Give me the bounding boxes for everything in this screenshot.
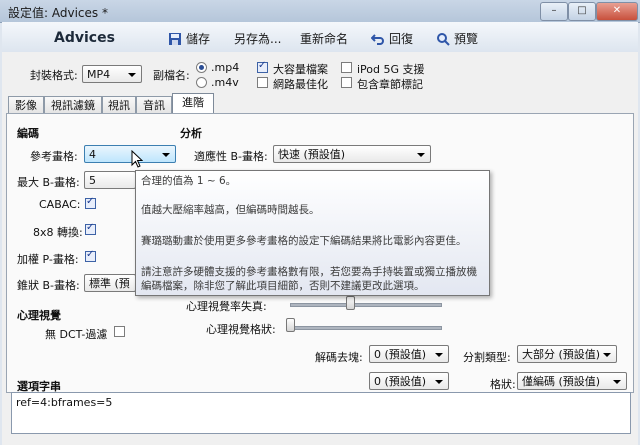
psy-section-title: 心理視覺 (17, 309, 61, 322)
save-button[interactable]: 儲存 (168, 30, 210, 47)
radio-m4v[interactable] (196, 77, 207, 88)
chevron-down-icon (613, 380, 621, 384)
tab-filters[interactable]: 視訊濾鏡 (44, 96, 102, 114)
large-file-checkbox[interactable] (257, 60, 268, 73)
radio-mp4[interactable] (196, 62, 207, 73)
psy-rd-slider[interactable] (346, 296, 355, 310)
trellis-label: 格狀: (490, 378, 516, 391)
cabac-label: CABAC: (39, 198, 81, 211)
partition-label: 分割類型: (463, 351, 511, 364)
revert-button[interactable]: 回復 (370, 30, 414, 47)
preview-label: 預覽 (454, 32, 479, 46)
adaptive-b-label: 適應性 B-畫格: (194, 150, 268, 163)
preview-icon (436, 32, 450, 46)
deblock-threshold-select[interactable]: 0 (預設值) (369, 372, 449, 390)
preview-button[interactable]: 預覽 (436, 30, 478, 47)
ref-frames-select[interactable]: 4 (84, 145, 176, 163)
undo-icon (370, 32, 385, 46)
window-title: 設定值: Advices * (8, 6, 108, 20)
deblock-strength-value: 0 (預設值) (374, 348, 427, 361)
save-icon (168, 32, 182, 46)
chevron-down-icon (162, 153, 170, 157)
chapters-checkbox[interactable] (341, 77, 352, 88)
deblock-threshold-value: 0 (預設值) (374, 375, 427, 388)
chevron-down-icon (603, 353, 611, 357)
pyramid-b-select[interactable]: 標準 (預設 (84, 274, 136, 292)
max-b-select[interactable]: 5 (84, 171, 136, 189)
toolbar: Advices 儲存 另存為... 重新命名 回復 預覽 (2, 22, 638, 53)
max-b-label: 最大 B-畫格: (17, 176, 80, 189)
partition-value: 大部分 (預設值) (522, 348, 601, 361)
ref-frames-label: 參考畫格: (30, 150, 78, 163)
save-label: 儲存 (186, 32, 211, 46)
extension-label: 副檔名: (153, 69, 190, 82)
radio-m4v-label: .m4v (211, 76, 239, 89)
web-optimize-label: 網路最佳化 (273, 78, 328, 91)
partition-select[interactable]: 大部分 (預設值) (517, 345, 617, 363)
preset-name: Advices (54, 30, 115, 46)
pyramid-b-value: 標準 (預設 (89, 277, 130, 290)
save-as-label: 另存為... (234, 32, 282, 46)
analysis-section-title: 分析 (180, 127, 202, 140)
ref-frames-tooltip: 合理的值為 1 ~ 6。 值越大壓縮率越高，但編碼時間越長。 賽璐璐動畫於使用更… (135, 170, 490, 296)
tooltip-line-3: 賽璐璐動畫於使用更多參考畫格的設定下編碼結果將比電影內容更佳。 (141, 235, 467, 247)
tab-picture[interactable]: 影像 (8, 96, 44, 114)
chevron-down-icon (435, 380, 443, 384)
trellis-select[interactable]: 僅編碼 (預設值) (517, 372, 627, 390)
chevron-down-icon (128, 73, 136, 77)
radio-mp4-label: .mp4 (211, 61, 240, 74)
psy-rd-label: 心理視覺率失真: (186, 300, 267, 313)
format-select[interactable]: MP4 (82, 65, 142, 83)
encoding-section-title: 編碼 (17, 127, 39, 140)
rename-button[interactable]: 重新命名 (300, 30, 348, 47)
options-string-input[interactable]: ref=4:bframes=5 (11, 392, 631, 434)
adaptive-b-value: 快速 (預設值) (278, 148, 346, 161)
transform-8x8-checkbox[interactable] (85, 222, 96, 235)
tooltip-line-2: 值越大壓縮率越高，但編碼時間越長。 (141, 204, 320, 216)
chevron-down-icon (417, 153, 425, 157)
save-as-button[interactable]: 另存為... (234, 30, 281, 47)
chapters-label: 包含章節標記 (357, 78, 423, 91)
psy-trellis-label: 心理視覺格狀: (206, 323, 276, 336)
pyramid-b-label: 錐狀 B-畫格: (17, 279, 80, 292)
max-b-value: 5 (89, 174, 96, 187)
weighted-p-checkbox[interactable] (85, 249, 96, 262)
maximize-button[interactable]: □ (568, 2, 596, 21)
weighted-p-label: 加權 P-畫格: (17, 253, 79, 266)
cabac-checkbox[interactable] (85, 196, 96, 209)
tab-audio[interactable]: 音訊 (136, 96, 172, 114)
trellis-value: 僅編碼 (預設值) (522, 375, 601, 388)
ref-frames-value: 4 (89, 148, 96, 161)
chevron-down-icon (435, 353, 443, 357)
large-file-label: 大容量檔案 (273, 63, 328, 76)
ipod-checkbox[interactable] (341, 62, 352, 73)
tooltip-line-1: 合理的值為 1 ~ 6。 (141, 175, 237, 187)
psy-trellis-slider[interactable] (286, 318, 295, 332)
mouse-pointer-icon (131, 149, 144, 171)
deblock-label: 解碼去塊: (315, 351, 363, 364)
tab-video[interactable]: 視訊 (102, 96, 136, 114)
revert-label: 回復 (389, 32, 414, 46)
format-value: MP4 (87, 68, 111, 81)
no-dct-label: 無 DCT-過濾 (45, 328, 108, 341)
web-optimize-checkbox[interactable] (257, 77, 268, 88)
tab-advanced[interactable]: 進階 (172, 93, 214, 114)
rename-label: 重新命名 (300, 32, 349, 46)
deblock-strength-select[interactable]: 0 (預設值) (369, 345, 449, 363)
transform-8x8-label: 8x8 轉換: (33, 226, 83, 239)
close-button[interactable]: ✕ (596, 2, 638, 21)
no-dct-checkbox[interactable] (114, 326, 125, 337)
minimize-button[interactable]: – (540, 2, 568, 21)
format-label: 封裝格式: (30, 69, 78, 82)
psy-rd-track (290, 303, 442, 307)
adaptive-b-select[interactable]: 快速 (預設值) (273, 145, 431, 163)
tooltip-line-4: 請注意許多硬體支援的參考畫格數有限，若您要為手持裝置或獨立播放機編碼檔案，除非您… (141, 266, 477, 292)
window-title-bar: 設定值: Advices * – □ ✕ (0, 0, 640, 23)
ipod-label: iPod 5G 支援 (357, 63, 425, 76)
psy-trellis-track (290, 326, 442, 330)
